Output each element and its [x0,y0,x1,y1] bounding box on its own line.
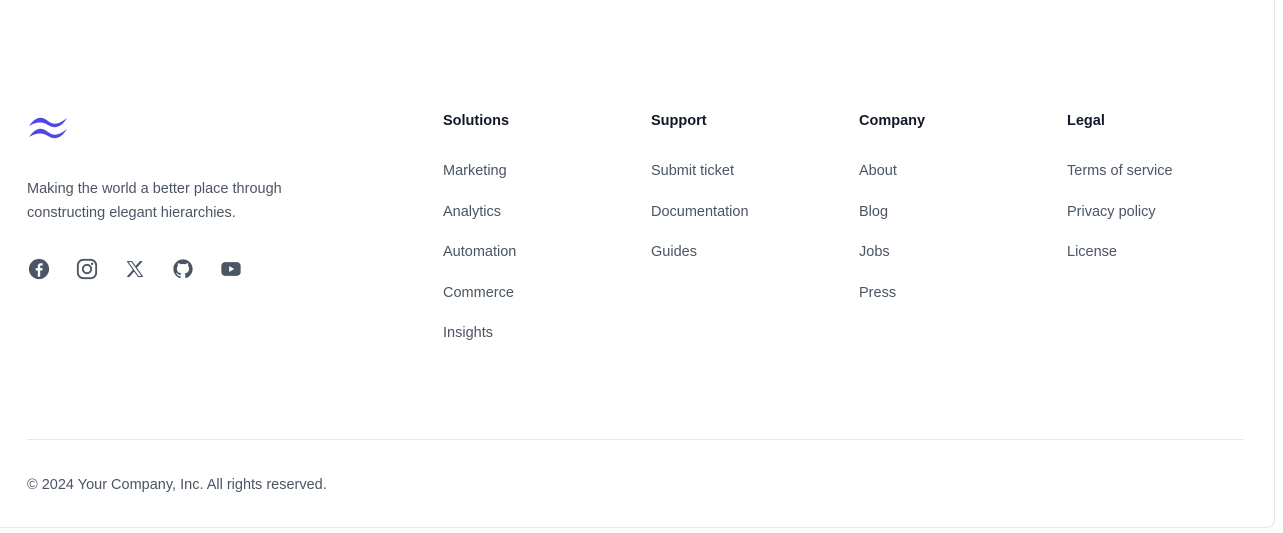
column-title: Solutions [443,113,510,129]
footer-link-blog[interactable]: Blog [859,203,925,244]
x-icon[interactable] [123,257,147,281]
footer-page: Making the world a better place through … [0,0,1283,533]
footer-link-privacy[interactable]: Privacy policy [1067,203,1173,244]
footer-link-terms[interactable]: Terms of service [1067,162,1173,203]
footer-link-automation[interactable]: Automation [443,243,516,284]
column-solutions: Solutions Marketing Analytics Automation… [443,112,516,365]
tagline: Making the world a better place through … [27,181,282,221]
link-list: Marketing Analytics Automation Commerce … [443,162,516,365]
footer-link-jobs[interactable]: Jobs [859,243,925,284]
link-list: About Blog Jobs Press [859,162,925,324]
footer-link-insights[interactable]: Insights [443,324,516,365]
column-title: Company [859,113,926,129]
footer-link-marketing[interactable]: Marketing [443,162,516,203]
footer-link-guides[interactable]: Guides [651,243,749,284]
column-company: Company About Blog Jobs Press [859,112,925,324]
footer-link-submit-ticket[interactable]: Submit ticket [651,162,749,203]
column-title: Legal [1067,113,1105,129]
link-list: Submit ticket Documentation Guides [651,162,749,284]
youtube-icon[interactable] [219,257,243,281]
social-links [27,257,243,281]
wave-logo-icon[interactable] [27,113,69,140]
facebook-icon[interactable] [27,257,51,281]
copyright-text: © 2024 Your Company, Inc. All rights res… [27,477,327,493]
instagram-icon[interactable] [75,257,99,281]
column-support: Support Submit ticket Documentation Guid… [651,112,749,284]
footer-link-license[interactable]: License [1067,243,1173,284]
link-list: Terms of service Privacy policy License [1067,162,1173,284]
github-icon[interactable] [171,257,195,281]
column-legal: Legal Terms of service Privacy policy Li… [1067,112,1173,284]
footer-link-analytics[interactable]: Analytics [443,203,516,244]
footer-link-documentation[interactable]: Documentation [651,203,749,244]
footer-link-about[interactable]: About [859,162,925,203]
footer-link-commerce[interactable]: Commerce [443,284,516,325]
footer-divider [27,439,1243,440]
footer-link-press[interactable]: Press [859,284,925,325]
column-title: Support [651,113,707,129]
